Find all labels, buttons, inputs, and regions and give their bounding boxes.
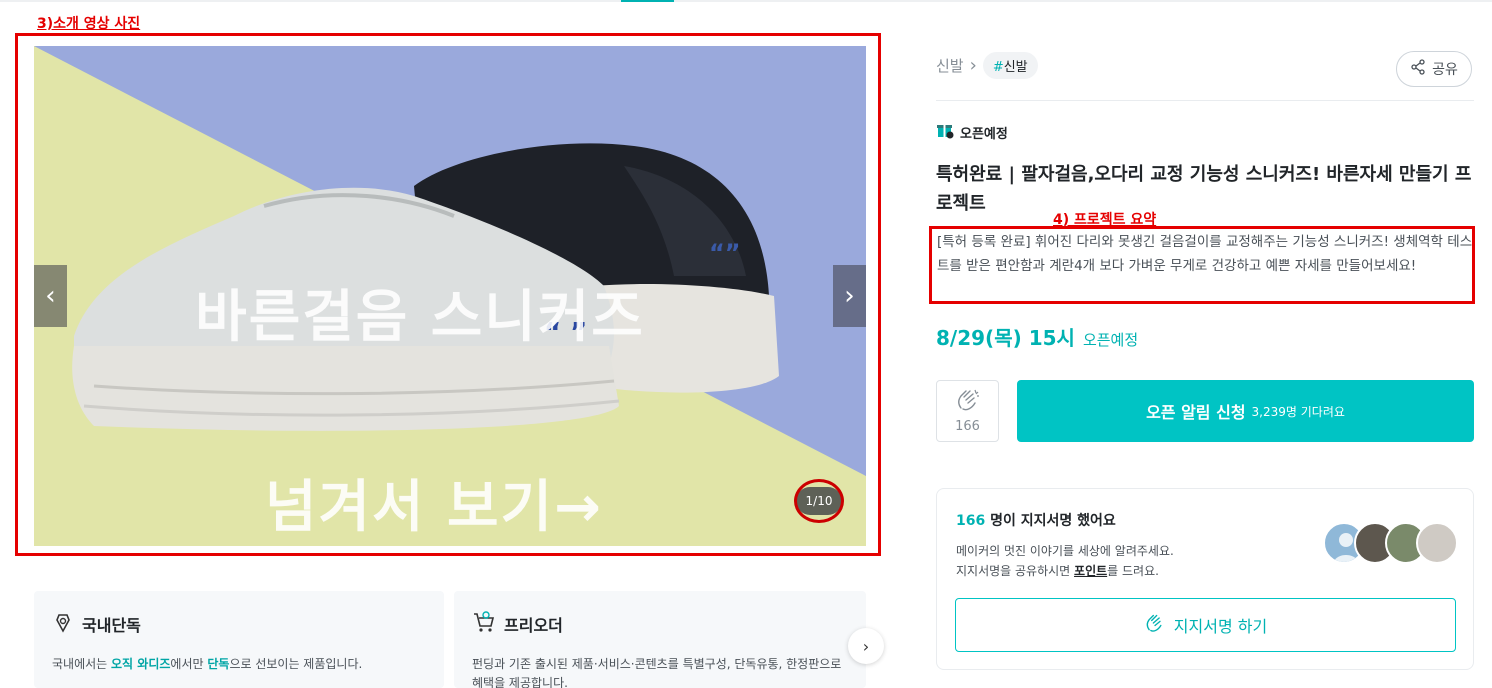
annotation-photo-label: 3)소개 영상 사진 bbox=[37, 16, 141, 32]
annotation-counter-circle bbox=[794, 479, 844, 523]
support-card: 166 명이 지지서명 했어요 메이커의 멋진 이야기를 세상에 알려주세요. … bbox=[936, 488, 1474, 670]
domestic-exclusive-icon bbox=[52, 611, 74, 637]
avatar bbox=[1416, 522, 1458, 564]
feature-description: 국내에서는 오직 와디즈에서만 단독으로 선보이는 제품입니다. bbox=[52, 657, 363, 671]
clap-icon bbox=[1144, 613, 1166, 637]
breadcrumb: 신발 › #신발 bbox=[936, 52, 1038, 79]
share-button[interactable]: 공유 bbox=[1396, 51, 1472, 87]
breadcrumb-category[interactable]: 신발 bbox=[936, 55, 964, 76]
clap-icon bbox=[955, 388, 981, 416]
open-date: 8/29(목) 15시 오픈예정 bbox=[936, 322, 1138, 351]
project-title: 특허완료 | 팔자걸음,오다리 교정 기능성 스니커즈! 바른자세 만들기 프로… bbox=[936, 164, 1472, 214]
share-icon bbox=[1410, 59, 1426, 79]
top-border bbox=[0, 0, 1492, 2]
prev-slide-button[interactable]: ‹ bbox=[34, 265, 67, 327]
active-tab-indicator bbox=[621, 0, 674, 2]
hero-image-slider[interactable]: “” “ ” 바른걸음 스니커즈 넘겨서 보기→ ‹ › 1/10 bbox=[34, 46, 866, 546]
share-label: 공유 bbox=[1432, 62, 1458, 78]
status-badge: 오픈예정 bbox=[936, 121, 1008, 143]
chevron-right-icon: › bbox=[844, 281, 855, 311]
supporter-avatars bbox=[1323, 522, 1458, 564]
open-date-value: 8/29(목) 15시 bbox=[936, 326, 1075, 350]
gift-icon bbox=[936, 121, 954, 143]
open-date-status: 오픈예정 bbox=[1082, 331, 1139, 349]
feature-card-preorder: 프리오더 펀딩과 기존 출시된 제품·서비스·콘텐츠를 특별구성, 단독유통, … bbox=[454, 591, 866, 688]
support-headline: 166 명이 지지서명 했어요 bbox=[956, 513, 1116, 529]
feature-title: 국내단독 bbox=[82, 616, 141, 635]
feature-title: 프리오더 bbox=[504, 616, 563, 635]
project-summary: [특허 등록 완료] 휘어진 다리와 못생긴 걸음걸이를 교정해주는 기능성 스… bbox=[937, 234, 1473, 274]
cart-icon bbox=[472, 611, 496, 637]
chevron-right-icon: › bbox=[969, 55, 977, 76]
hero-subtitle: 넘겨서 보기→ bbox=[264, 475, 604, 540]
support-sign-label: 지지서명 하기 bbox=[1173, 617, 1268, 636]
chevron-right-icon: › bbox=[862, 636, 870, 656]
notify-waiting: 3,239명 기다려요 bbox=[1251, 404, 1345, 419]
notify-label: 오픈 알림 신청 bbox=[1146, 403, 1246, 422]
next-slide-button[interactable]: › bbox=[833, 265, 866, 327]
like-count: 166 bbox=[955, 419, 980, 434]
tag-chip[interactable]: #신발 bbox=[982, 52, 1038, 79]
open-notify-button[interactable]: 오픈 알림 신청 3,239명 기다려요 bbox=[1017, 380, 1474, 442]
svg-text:“”: “” bbox=[709, 239, 741, 267]
hero-title: 바른걸음 스니커즈 bbox=[195, 285, 645, 350]
chevron-left-icon: ‹ bbox=[45, 281, 56, 311]
support-sign-button[interactable]: 지지서명 하기 bbox=[955, 598, 1456, 652]
like-button[interactable]: 166 bbox=[936, 380, 999, 442]
feature-description: 펀딩과 기존 출시된 제품·서비스·콘텐츠를 특별구성, 단독유통, 한정판으로… bbox=[472, 657, 842, 688]
features-next-button[interactable]: › bbox=[848, 628, 884, 664]
divider bbox=[936, 100, 1474, 101]
feature-card-domestic: 국내단독 국내에서는 오직 와디즈에서만 단독으로 선보이는 제품입니다. bbox=[34, 591, 444, 688]
support-description: 메이커의 멋진 이야기를 세상에 알려주세요. 지지서명을 공유하시면 포인트를… bbox=[956, 544, 1174, 578]
